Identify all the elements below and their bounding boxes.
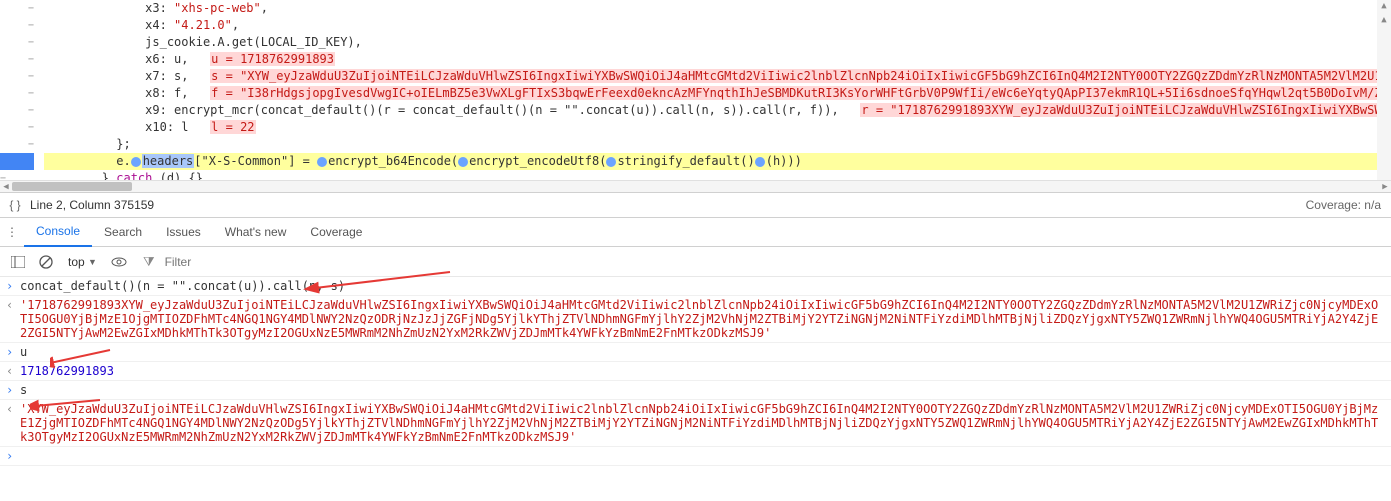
drawer-menu-icon[interactable]: ⋮: [0, 225, 24, 239]
code-line[interactable]: x6: u, u = 1718762991893: [44, 51, 1391, 68]
console-sidebar-toggle-icon[interactable]: [6, 250, 30, 274]
code-line[interactable]: x4: "4.21.0",: [44, 17, 1391, 34]
drawer-tabs: ⋮ Console Search Issues What's new Cover…: [0, 218, 1391, 247]
code-line[interactable]: x3: "xhs-pc-web",: [44, 0, 1391, 17]
chevron-left-icon: ‹: [6, 298, 20, 312]
fold-marker[interactable]: −: [28, 20, 34, 31]
source-code-pane: − − − − − − − − − − x3: "xhs-pc-web", x4…: [0, 0, 1391, 192]
console-filter-input[interactable]: [159, 251, 1385, 273]
scroll-right-icon[interactable]: ▶: [1379, 181, 1391, 192]
chevron-left-icon: ‹: [6, 364, 20, 378]
cursor-position: Line 2, Column 375159: [30, 198, 154, 212]
coverage-status: Coverage: n/a: [1306, 198, 1391, 212]
fold-marker[interactable]: −: [28, 54, 34, 65]
tab-coverage[interactable]: Coverage: [298, 218, 374, 247]
chevron-right-icon: ›: [6, 345, 20, 359]
fold-marker[interactable]: −: [28, 139, 34, 150]
scroll-up-icon[interactable]: ▲: [1377, 0, 1391, 12]
scroll-left-icon[interactable]: ◀: [0, 181, 12, 192]
tab-whats-new[interactable]: What's new: [213, 218, 299, 247]
fold-marker[interactable]: −: [28, 122, 34, 133]
console-text: 'XYW_eyJzaWduU3ZuIjoiNTEiLCJzaWduVHlwZSI…: [20, 402, 1391, 444]
console-output-row: ‹'XYW_eyJzaWduU3ZuIjoiNTEiLCJzaWduVHlwZS…: [0, 400, 1391, 447]
tab-console[interactable]: Console: [24, 218, 92, 247]
code-line[interactable]: x8: f, f = "I38rHdgsjopgIvesdVwgIC+oIELm…: [44, 85, 1391, 102]
code-line[interactable]: x9: encrypt_mcr(concat_default()(r = con…: [44, 102, 1391, 119]
code-line[interactable]: js_cookie.A.get(LOCAL_ID_KEY),: [44, 34, 1391, 51]
console-text: u: [20, 345, 1391, 359]
console-toolbar: top ▼ ⧩: [0, 247, 1391, 277]
console-input-row: ›concat_default()(n = "".concat(u)).call…: [0, 277, 1391, 296]
console-output[interactable]: ›concat_default()(n = "".concat(u)).call…: [0, 277, 1391, 501]
console-text: '1718762991893XYW_eyJzaWduU3ZuIjoiNTEiLC…: [20, 298, 1391, 340]
filter-icon: ⧩: [143, 254, 155, 270]
scroll-up-icon[interactable]: ▲: [1377, 14, 1391, 26]
code-line[interactable]: x7: s, s = "XYW_eyJzaWduU3ZuIjoiNTEiLCJz…: [44, 68, 1391, 85]
fold-marker[interactable]: −: [28, 88, 34, 99]
fold-marker[interactable]: −: [28, 3, 34, 14]
chevron-right-icon: ›: [6, 279, 20, 293]
console-prompt[interactable]: ›: [0, 447, 1391, 466]
chevron-down-icon: ▼: [88, 257, 97, 267]
code-line[interactable]: e.headers["X-S-Common"] = encrypt_b64Enc…: [44, 153, 1391, 170]
clear-console-icon[interactable]: [34, 250, 58, 274]
code-line[interactable]: x10: l l = 22: [44, 119, 1391, 136]
console-output-row: ‹1718762991893: [0, 362, 1391, 381]
code-area[interactable]: x3: "xhs-pc-web", x4: "4.21.0", js_cooki…: [44, 0, 1391, 187]
braces-icon[interactable]: { }: [6, 196, 24, 214]
tab-issues[interactable]: Issues: [154, 218, 213, 247]
console-output-row: ‹'1718762991893XYW_eyJzaWduU3ZuIjoiNTEiL…: [0, 296, 1391, 343]
chevron-right-icon: ›: [6, 383, 20, 397]
console-text: s: [20, 383, 1391, 397]
console-input-row: ›s: [0, 381, 1391, 400]
fold-marker[interactable]: −: [28, 71, 34, 82]
live-expression-icon[interactable]: [107, 250, 131, 274]
horizontal-scrollbar[interactable]: ◀ ▶: [0, 180, 1391, 192]
console-text: concat_default()(n = "".concat(u)).call(…: [20, 279, 1391, 293]
console-input-row: ›u: [0, 343, 1391, 362]
vertical-scrollbar[interactable]: ▲ ▲ ▼: [1377, 0, 1391, 192]
fold-marker[interactable]: −: [28, 105, 34, 116]
fold-marker[interactable]: −: [28, 37, 34, 48]
fold-gutter: − − − − − − − − − −: [0, 0, 40, 192]
chevron-right-icon: ›: [6, 449, 20, 463]
tab-search[interactable]: Search: [92, 218, 154, 247]
code-line[interactable]: };: [44, 136, 1391, 153]
execution-line-marker[interactable]: [0, 153, 40, 170]
context-selector[interactable]: top ▼: [62, 251, 103, 273]
scroll-thumb[interactable]: [12, 182, 132, 191]
console-text: 1718762991893: [20, 364, 1391, 378]
context-label: top: [68, 255, 85, 269]
chevron-left-icon: ‹: [6, 402, 20, 416]
status-bar: { } Line 2, Column 375159 Coverage: n/a: [0, 192, 1391, 218]
